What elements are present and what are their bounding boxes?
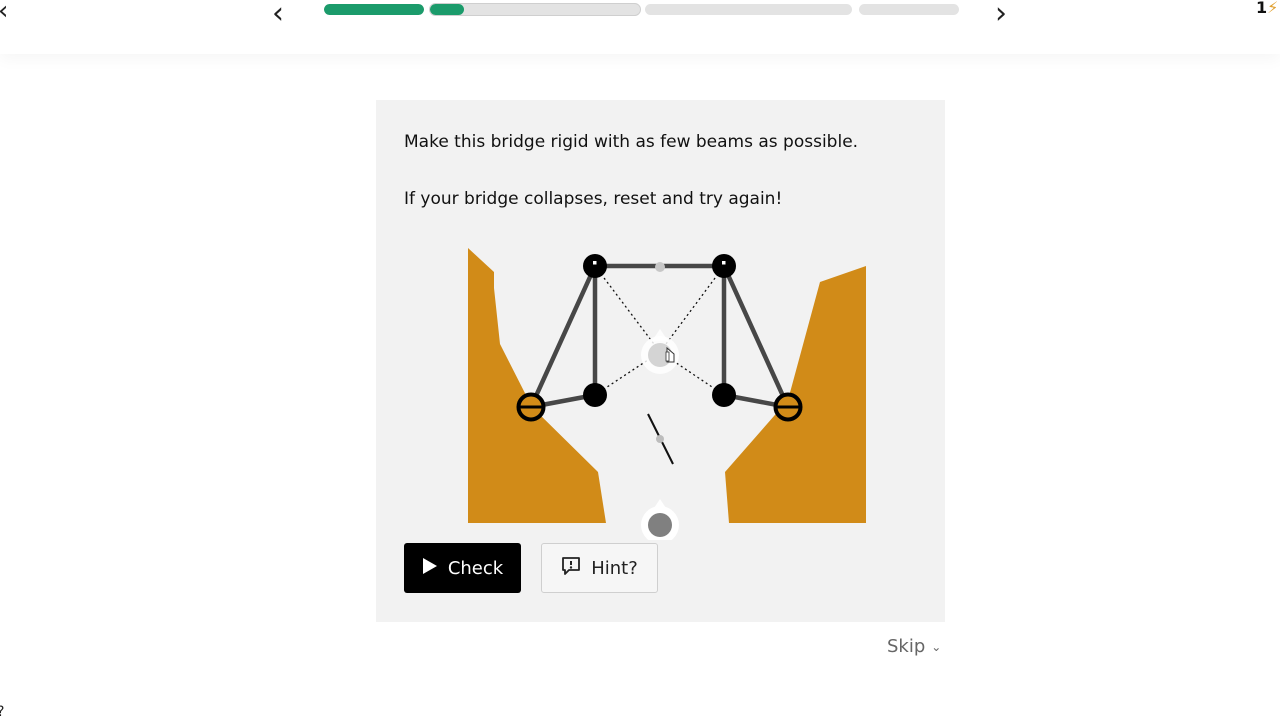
- hint-speech-icon: [561, 556, 581, 581]
- progress-segment-1: [324, 4, 424, 15]
- check-button[interactable]: Check: [404, 543, 521, 593]
- progress-segment-3: [645, 4, 852, 15]
- beam[interactable]: [528, 263, 598, 410]
- node[interactable]: [712, 383, 736, 407]
- hint-label: Hint?: [591, 557, 638, 579]
- play-icon: [422, 557, 438, 580]
- drag-handle-bottom[interactable]: [641, 499, 679, 540]
- dragged-beam-midpoint: [656, 435, 664, 443]
- node[interactable]: [583, 383, 607, 407]
- prev-arrow-button[interactable]: ‹: [272, 0, 284, 31]
- lightning-icon: ⚡: [1267, 0, 1279, 17]
- skip-button[interactable]: Skip ⌄: [887, 636, 941, 657]
- anchor-node-left: [516, 392, 546, 422]
- hint-button[interactable]: Hint?: [541, 543, 658, 593]
- right-cliff: [725, 266, 866, 523]
- chevron-down-icon: ⌄: [931, 640, 942, 654]
- beam-midpoint-marker: [655, 262, 665, 272]
- anchor-node-right: [773, 392, 803, 422]
- top-navigation-bar: ‹ ‹ › 1⚡: [0, 0, 1280, 54]
- progress-segment-4: [859, 4, 959, 15]
- skip-label: Skip: [887, 636, 926, 657]
- help-question-icon[interactable]: ?: [0, 704, 4, 720]
- drag-handle-top[interactable]: [641, 329, 679, 374]
- progress-segment-2: [430, 4, 640, 15]
- bridge-canvas[interactable]: [376, 100, 945, 540]
- streak-counter: 1⚡: [1256, 0, 1278, 17]
- next-arrow-button[interactable]: ›: [995, 0, 1007, 31]
- progress-fill: [324, 4, 424, 15]
- beam[interactable]: [721, 263, 791, 410]
- back-chevron-icon[interactable]: ‹: [0, 0, 8, 26]
- node[interactable]: [712, 254, 736, 278]
- check-label: Check: [447, 557, 504, 579]
- streak-count: 1: [1256, 0, 1268, 17]
- puzzle-panel: Make this bridge rigid with as few beams…: [376, 100, 945, 622]
- node[interactable]: [583, 254, 607, 278]
- progress-fill: [430, 4, 464, 15]
